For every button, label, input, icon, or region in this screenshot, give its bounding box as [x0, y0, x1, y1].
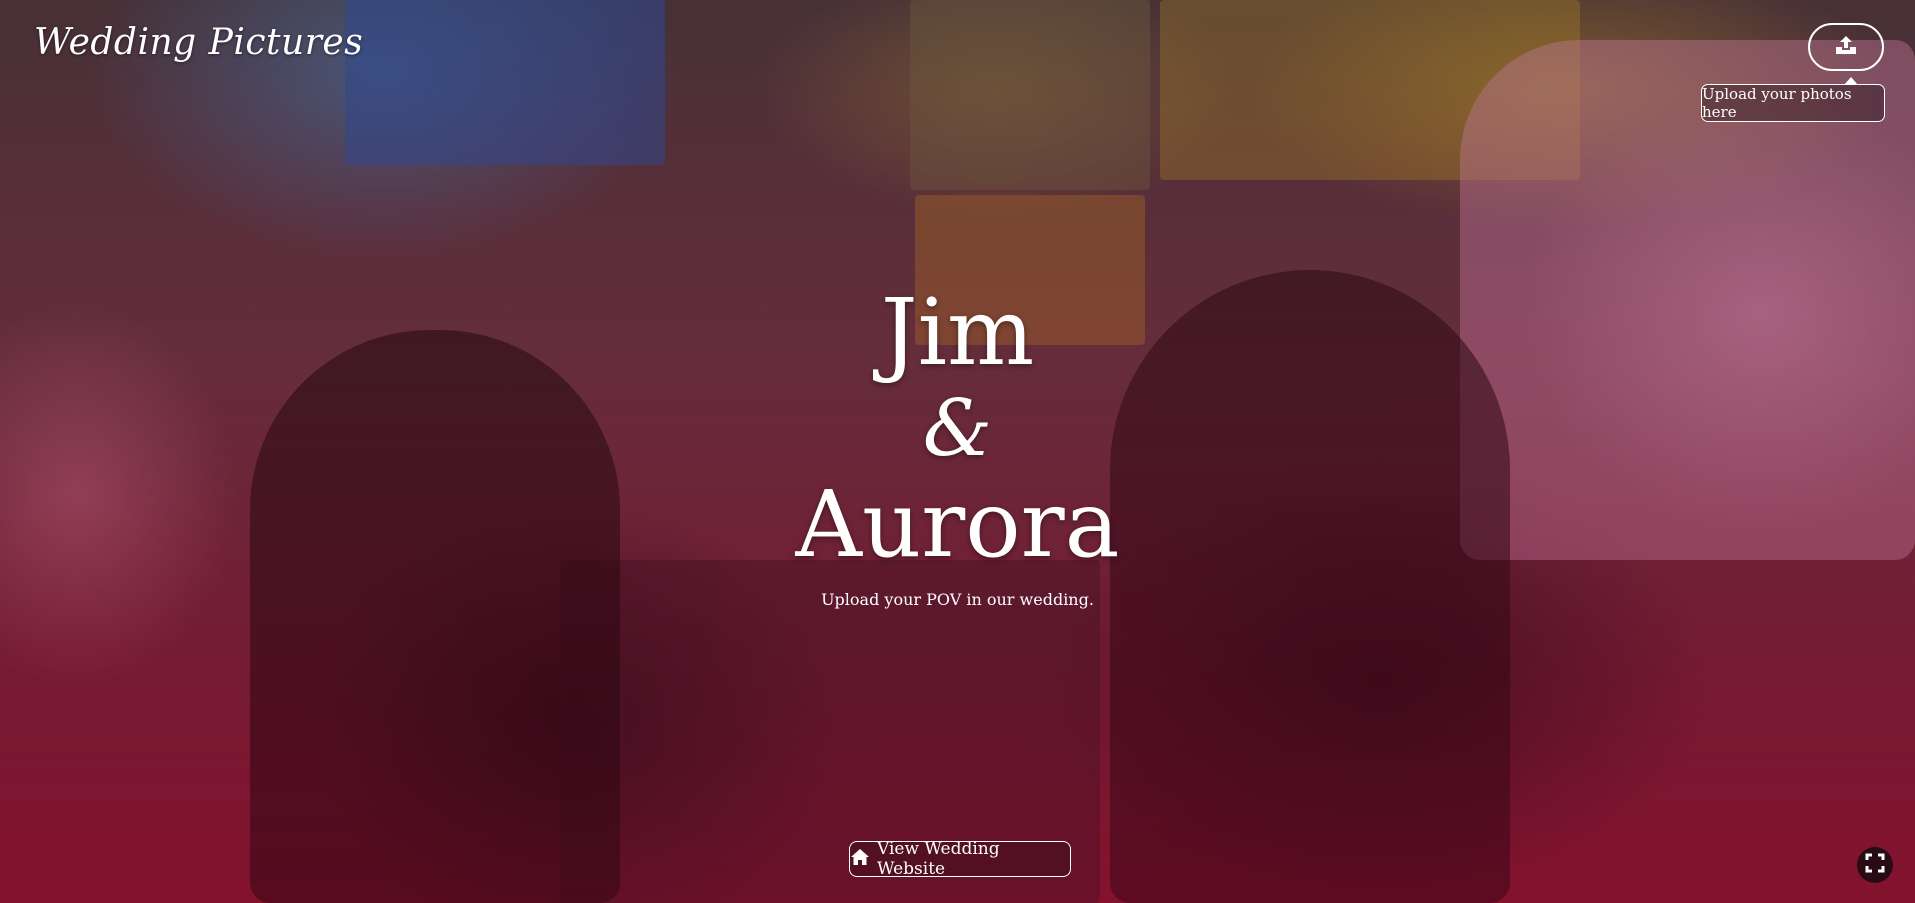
- upload-tooltip: Upload your photos here: [1701, 77, 1885, 122]
- upload-button[interactable]: [1808, 23, 1884, 71]
- name-groom: Jim: [880, 279, 1035, 386]
- view-wedding-website-label: View Wedding Website: [877, 839, 1000, 879]
- view-wedding-website-button[interactable]: View Wedding Website: [849, 839, 1071, 879]
- fullscreen-button[interactable]: [1857, 847, 1893, 883]
- home-icon: [850, 848, 870, 871]
- upload-icon: [1835, 35, 1857, 59]
- couple-names: Jim & Aurora: [0, 285, 1915, 573]
- brand-title: Wedding Pictures: [34, 22, 364, 63]
- name-bride: Aurora: [795, 471, 1120, 578]
- ampersand: &: [922, 384, 993, 474]
- fullscreen-icon: [1865, 853, 1885, 877]
- tagline: Upload your POV in our wedding.: [821, 590, 1094, 609]
